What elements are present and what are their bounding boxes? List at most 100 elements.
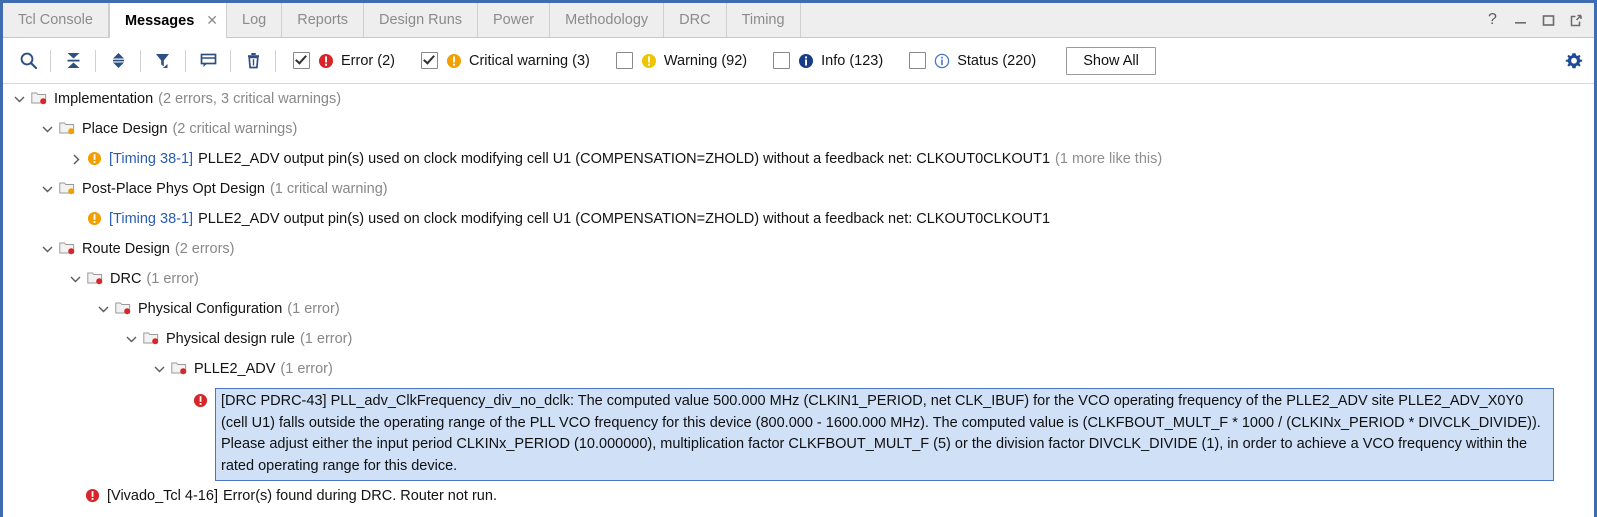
status-icon [934, 53, 950, 68]
folder-warning-icon [59, 181, 75, 199]
tab-label: DRC [679, 12, 711, 28]
tree-row-post-place-phys-opt-design[interactable]: Post-Place Phys Opt Design (1 critical w… [3, 177, 1594, 207]
tree-row-implementation[interactable]: Implementation (2 errors, 3 critical war… [3, 87, 1594, 117]
toolbar-divider [185, 49, 186, 72]
filter-critical-warning-checkbox[interactable] [420, 52, 438, 69]
tree-node-label: Physical Configuration [138, 301, 283, 317]
message-id: [Vivado_Tcl 4-16] [107, 488, 218, 504]
tab-timing[interactable]: Timing [726, 3, 801, 37]
severity-filters: Error (2) Critical warning (3) Warning (… [293, 52, 1062, 69]
error-icon [85, 488, 100, 507]
filter-warning-checkbox[interactable] [615, 52, 633, 69]
tab-messages[interactable]: Messages ✕ [108, 3, 228, 38]
tab-power[interactable]: Power [478, 3, 551, 37]
tree-row-message-timing-2[interactable]: [Timing 38-1] PLLE2_ADV output pin(s) us… [3, 207, 1594, 237]
folder-error-icon [115, 301, 131, 319]
chevron-down-icon[interactable] [97, 298, 110, 320]
close-icon[interactable]: ✕ [206, 12, 218, 29]
chevron-down-icon[interactable] [125, 328, 138, 350]
critical-warning-icon [446, 53, 461, 68]
tree-node-label: Route Design [82, 241, 170, 257]
chevron-down-icon[interactable] [69, 268, 82, 290]
tree-node-label: Implementation [54, 91, 154, 107]
messages-tree[interactable]: Implementation (2 errors, 3 critical war… [3, 84, 1594, 517]
toolbar-divider [140, 49, 141, 72]
tree-node-count: (2 errors, 3 critical warnings) [158, 91, 342, 107]
filter-error[interactable]: Error (2) [293, 52, 395, 69]
error-icon [319, 53, 333, 68]
tree-row-plle2-adv[interactable]: PLLE2_ADV (1 error) [3, 357, 1594, 387]
chevron-down-icon[interactable] [41, 178, 54, 200]
delete-trash-icon[interactable] [234, 44, 272, 78]
chevron-down-icon[interactable] [153, 358, 166, 380]
filter-error-label: Error (2) [341, 52, 395, 69]
minimize-icon[interactable] [1513, 13, 1528, 28]
folder-error-icon [59, 241, 75, 259]
filter-critical-warning-label: Critical warning (3) [468, 52, 590, 69]
chevron-right-icon[interactable] [69, 148, 82, 170]
info-icon [799, 53, 814, 68]
tree-row-message-timing-1[interactable]: [Timing 38-1] PLLE2_ADV output pin(s) us… [3, 147, 1594, 177]
chevron-down-icon[interactable] [41, 238, 54, 260]
tab-label: Methodology [565, 12, 649, 28]
filter-info[interactable]: Info (123) [773, 52, 883, 69]
toolbar-divider [50, 49, 51, 72]
filter-status[interactable]: Status (220) [909, 52, 1036, 69]
message-bubble-icon[interactable] [189, 44, 227, 78]
folder-error-icon [143, 331, 159, 349]
settings-button[interactable] [1564, 51, 1594, 71]
toolbar-divider [230, 49, 231, 72]
tab-reports[interactable]: Reports [282, 3, 364, 37]
float-window-icon[interactable] [1569, 13, 1584, 28]
expand-collapse-icon[interactable] [99, 44, 137, 78]
window-controls: ? [1471, 3, 1594, 37]
tab-design-runs[interactable]: Design Runs [364, 3, 479, 37]
tab-label: Power [493, 12, 535, 28]
gear-icon [1565, 52, 1583, 68]
chevron-down-icon[interactable] [13, 88, 26, 110]
folder-error-icon [87, 271, 103, 289]
tree-node-count: (1 error) [287, 301, 340, 317]
filter-icon[interactable] [144, 44, 182, 78]
message-text: Error(s) found during DRC. Router not ru… [222, 488, 497, 504]
tree-node-label: Place Design [82, 121, 168, 137]
maximize-icon[interactable] [1541, 13, 1556, 28]
selected-message-text[interactable]: [DRC PDRC-43] PLL_adv_ClkFrequency_div_n… [215, 388, 1554, 481]
message-id[interactable]: [Timing 38-1] [109, 208, 193, 230]
toolbar-divider [275, 49, 276, 72]
filter-status-checkbox[interactable] [909, 52, 927, 69]
tree-node-count: (1 error) [280, 361, 333, 377]
tab-methodology[interactable]: Methodology [550, 3, 665, 37]
tree-node-label: DRC [110, 271, 142, 287]
show-all-button[interactable]: Show All [1066, 46, 1156, 75]
chevron-down-icon[interactable] [41, 118, 54, 140]
filter-error-checkbox[interactable] [293, 52, 310, 69]
tree-row-place-design[interactable]: Place Design (2 critical warnings) [3, 117, 1594, 147]
filter-info-label: Info (123) [821, 52, 884, 69]
tree-node-count: (2 critical warnings) [172, 121, 298, 137]
tree-row-drc[interactable]: DRC (1 error) [3, 267, 1594, 297]
tree-row-physical-configuration[interactable]: Physical Configuration (1 error) [3, 297, 1594, 327]
messages-toolbar: Error (2) Critical warning (3) Warning (… [3, 38, 1594, 84]
messages-panel: Tcl Console Messages ✕ Log Reports Desig… [0, 0, 1597, 517]
tab-drc[interactable]: DRC [664, 3, 727, 37]
message-id[interactable]: [Timing 38-1] [109, 148, 193, 170]
tree-node-count: (1 error) [299, 331, 353, 347]
tab-log[interactable]: Log [227, 3, 283, 37]
critical-warning-icon [87, 151, 102, 170]
message-text: PLLE2_ADV output pin(s) used on clock mo… [198, 151, 1051, 167]
help-icon[interactable]: ? [1485, 12, 1500, 28]
search-icon[interactable] [9, 44, 47, 78]
tree-row-physical-design-rule[interactable]: Physical design rule (1 error) [3, 327, 1594, 357]
toolbar-divider [95, 49, 96, 72]
collapse-all-icon[interactable] [54, 44, 92, 78]
tree-row-message-vivado-tcl[interactable]: [Vivado_Tcl 4-16] Error(s) found during … [3, 484, 1594, 514]
tab-tcl-console[interactable]: Tcl Console [3, 3, 109, 37]
tree-row-selected-drc-error[interactable]: [DRC PDRC-43] PLL_adv_ClkFrequency_div_n… [3, 387, 1594, 482]
filter-info-checkbox[interactable] [773, 52, 791, 69]
tab-label: Log [242, 12, 267, 28]
filter-warning[interactable]: Warning (92) [615, 52, 747, 69]
tree-node-label: Physical design rule [166, 331, 295, 347]
tree-row-route-design[interactable]: Route Design (2 errors) [3, 237, 1594, 267]
filter-critical-warning[interactable]: Critical warning (3) [420, 52, 590, 69]
